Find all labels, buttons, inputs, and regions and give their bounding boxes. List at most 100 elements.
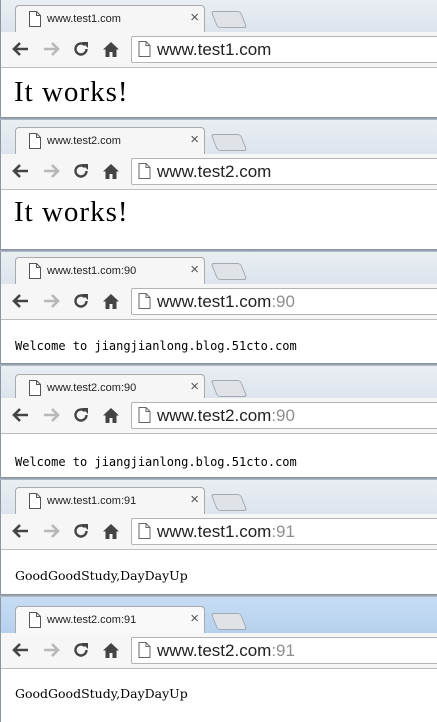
toolbar: www.test1.com:90 (1, 284, 437, 320)
tab-www-test2-91[interactable]: www.test2.com:91 × (15, 606, 205, 633)
tab-close-icon[interactable]: × (190, 9, 199, 27)
arrow-left-icon (12, 42, 28, 56)
arrow-right-icon (44, 408, 60, 422)
back-button[interactable] (10, 639, 32, 661)
arrow-right-icon (44, 643, 60, 657)
tab-title: www.test1.com:91 (47, 495, 137, 507)
page-text: Welcome to jiangjianlong.blog.51cto.com (15, 339, 297, 353)
toolbar: www.test1.com (1, 32, 437, 68)
tab-strip: www.test2.com × (1, 120, 437, 154)
reload-icon (74, 42, 88, 56)
forward-button[interactable] (40, 520, 62, 542)
arrow-right-icon (44, 164, 60, 178)
page-icon (138, 163, 151, 179)
url-text: www.test2.com:91 (157, 641, 295, 660)
page-content: GoodGoodStudy,DayDayUp (1, 669, 437, 722)
browser-window-4: www.test2.com:90 × www.test2.com:90 Welc… (0, 366, 437, 480)
arrow-right-icon (44, 294, 60, 308)
tab-strip: www.test1.com:90 × (1, 252, 437, 284)
page-icon (138, 407, 151, 423)
reload-button[interactable] (70, 160, 92, 182)
tab-close-icon[interactable]: × (190, 378, 199, 396)
forward-button[interactable] (40, 290, 62, 312)
tab-www-test2-90[interactable]: www.test2.com:90 × (15, 374, 205, 401)
page-icon (138, 293, 151, 309)
home-icon (103, 293, 119, 309)
back-button[interactable] (10, 290, 32, 312)
page-content: It works! (1, 190, 437, 252)
tab-title: www.test2.com:91 (47, 614, 137, 626)
back-button[interactable] (10, 38, 32, 60)
home-button[interactable] (100, 520, 122, 542)
reload-button[interactable] (70, 520, 92, 542)
home-button[interactable] (100, 160, 122, 182)
home-button[interactable] (100, 639, 122, 661)
forward-button[interactable] (40, 639, 62, 661)
url-text: www.test2.com:90 (157, 406, 295, 425)
tab-close-icon[interactable]: × (190, 610, 199, 628)
tab-strip: www.test2.com:91 × (1, 597, 437, 633)
browser-window-stack: www.test1.com × www.test1.com It works! … (0, 0, 437, 722)
page-icon (29, 11, 41, 27)
page-content: Welcome to jiangjianlong.blog.51cto.com (1, 320, 437, 366)
back-button[interactable] (10, 160, 32, 182)
browser-window-2: www.test2.com × www.test2.com It works! (0, 120, 437, 252)
reload-icon (74, 643, 88, 657)
reload-button[interactable] (70, 38, 92, 60)
browser-window-5: www.test1.com:91 × www.test1.com:91 Good… (0, 480, 437, 596)
new-tab-button[interactable] (210, 263, 248, 280)
address-bar[interactable]: www.test1.com:90 (131, 288, 437, 315)
toolbar: www.test2.com (1, 154, 437, 190)
address-bar[interactable]: www.test2.com (131, 158, 437, 185)
back-button[interactable] (10, 404, 32, 426)
home-icon (103, 163, 119, 179)
page-content: It works! (1, 68, 437, 120)
home-button[interactable] (100, 290, 122, 312)
url-text: www.test1.com (157, 40, 272, 59)
page-icon (138, 523, 151, 539)
reload-button[interactable] (70, 404, 92, 426)
arrow-right-icon (44, 524, 60, 538)
forward-button[interactable] (40, 404, 62, 426)
forward-button[interactable] (40, 38, 62, 60)
home-icon (103, 523, 119, 539)
tab-close-icon[interactable]: × (190, 491, 199, 509)
reload-button[interactable] (70, 639, 92, 661)
new-tab-button[interactable] (210, 134, 248, 151)
reload-button[interactable] (70, 290, 92, 312)
address-bar[interactable]: www.test2.com:91 (131, 637, 437, 664)
tab-close-icon[interactable]: × (190, 131, 199, 149)
page-icon (29, 493, 41, 509)
address-bar[interactable]: www.test2.com:90 (131, 402, 437, 429)
back-button[interactable] (10, 520, 32, 542)
tab-www-test1-91[interactable]: www.test1.com:91 × (15, 487, 205, 514)
toolbar: www.test2.com:91 (1, 633, 437, 669)
page-text: It works! (14, 196, 129, 228)
new-tab-button[interactable] (210, 613, 248, 630)
tab-title: www.test2.com (47, 135, 121, 147)
tab-strip: www.test1.com × (1, 0, 437, 32)
browser-window-3: www.test1.com:90 × www.test1.com:90 Welc… (0, 252, 437, 366)
address-bar[interactable]: www.test1.com (131, 36, 437, 63)
home-button[interactable] (100, 38, 122, 60)
tab-www-test2[interactable]: www.test2.com × (15, 127, 205, 154)
new-tab-button[interactable] (210, 494, 248, 511)
address-bar[interactable]: www.test1.com:91 (131, 518, 437, 545)
page-icon (29, 263, 41, 279)
page-text: GoodGoodStudy,DayDayUp (15, 686, 188, 701)
tab-www-test1[interactable]: www.test1.com × (15, 5, 205, 32)
tab-www-test1-90[interactable]: www.test1.com:90 × (15, 257, 205, 284)
reload-icon (74, 294, 88, 308)
home-icon (103, 407, 119, 423)
forward-button[interactable] (40, 160, 62, 182)
arrow-left-icon (12, 643, 28, 657)
home-button[interactable] (100, 404, 122, 426)
new-tab-button[interactable] (210, 380, 248, 397)
page-icon (138, 642, 151, 658)
page-icon (29, 133, 41, 149)
toolbar: www.test2.com:90 (1, 398, 437, 434)
tab-close-icon[interactable]: × (190, 261, 199, 279)
new-tab-button[interactable] (210, 11, 248, 28)
url-text: www.test1.com:91 (157, 522, 295, 541)
page-icon (138, 41, 151, 57)
